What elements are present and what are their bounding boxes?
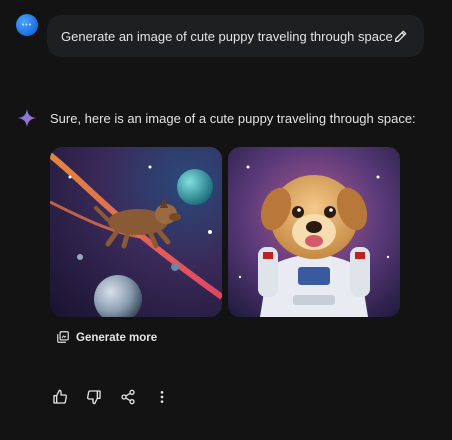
response-text: Sure, here is an image of a cute puppy t…: [50, 111, 416, 126]
user-avatar[interactable]: •••: [16, 14, 38, 36]
prompt-bubble: Generate an image of cute puppy travelin…: [47, 15, 424, 57]
share-icon[interactable]: [118, 387, 138, 407]
response-actions: [50, 387, 172, 407]
generate-more-icon: [56, 330, 70, 347]
thumbs-up-icon[interactable]: [50, 387, 70, 407]
thumbs-down-icon[interactable]: [84, 387, 104, 407]
generated-image-1[interactable]: [50, 147, 222, 317]
sparkle-icon: [17, 108, 37, 128]
generate-more-button[interactable]: Generate more: [56, 327, 157, 349]
prompt-text: Generate an image of cute puppy travelin…: [61, 28, 393, 44]
generate-more-label: Generate more: [76, 332, 158, 344]
avatar-glyph: •••: [21, 21, 33, 29]
generated-image-2[interactable]: [228, 147, 400, 317]
more-vert-icon[interactable]: [152, 387, 172, 407]
edit-icon[interactable]: [393, 27, 410, 45]
